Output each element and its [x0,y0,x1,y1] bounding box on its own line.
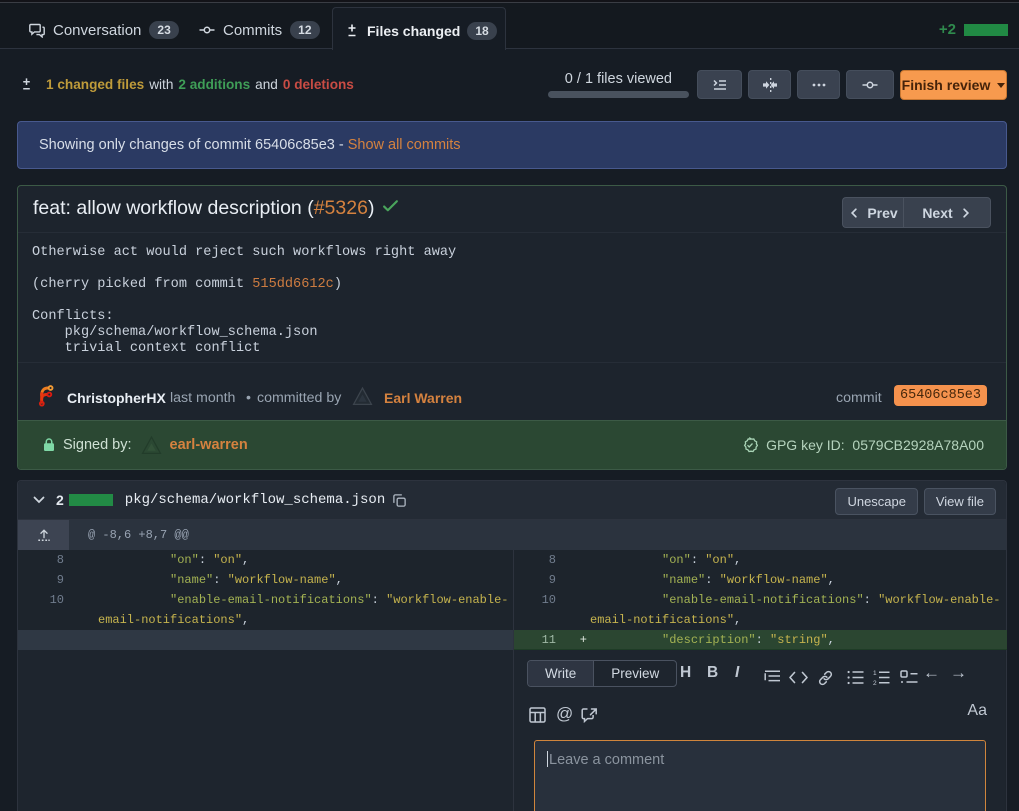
svg-text:1: 1 [873,670,877,677]
svg-text:2: 2 [873,680,877,685]
